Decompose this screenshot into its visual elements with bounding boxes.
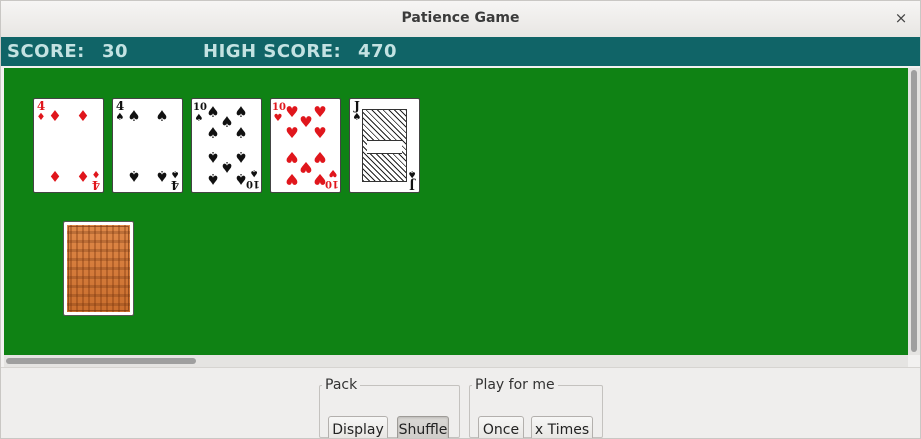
window-title: Patience Game [401, 10, 520, 26]
card-corner: 10 ♠ [246, 167, 260, 190]
spade-icon: ♠ [115, 112, 125, 123]
card-corner: 4 ♦ [35, 99, 47, 123]
spade-icon: ♠ [234, 148, 248, 166]
spade-icon: ♠ [127, 107, 141, 125]
card-table[interactable]: 4 ♦ ♦ ♦ ♦ ♦ 4 ♦ 4 ♠ ♠ ♠ ♠ ♠ 4 ♠ 10 ♠ ♠ ♠… [4, 68, 908, 355]
card-corner: 10 ♥ [272, 101, 286, 124]
spade-icon: ♠ [206, 124, 220, 142]
play-for-me-legend: Play for me [475, 377, 555, 393]
heart-icon: ♥ [313, 124, 327, 142]
spade-icon: ♠ [206, 170, 220, 188]
diamond-icon: ♦ [91, 168, 101, 179]
diamond-icon: ♦ [48, 107, 62, 125]
card-back-pattern-icon [68, 226, 129, 311]
card-rank: 10 [246, 178, 260, 189]
high-score-value: 470 [358, 41, 398, 62]
patience-game-window: Patience Game × SCORE: 30 HIGH SCORE: 47… [0, 0, 921, 439]
heart-icon: ♥ [285, 124, 299, 142]
spade-icon: ♠ [234, 103, 248, 121]
card-corner: J ♠ [406, 168, 418, 192]
spade-icon: ♠ [170, 168, 180, 179]
diamond-icon: ♦ [36, 112, 46, 123]
card-corner: 4 ♠ [169, 168, 181, 192]
jack-figure-icon [362, 109, 407, 182]
card-4-of-spades[interactable]: 4 ♠ ♠ ♠ ♠ ♠ 4 ♠ [112, 98, 183, 193]
card-corner: 10 ♠ [193, 101, 207, 124]
diamond-icon: ♦ [76, 167, 90, 185]
card-rank: 4 [91, 178, 101, 192]
card-10-of-spades[interactable]: 10 ♠ ♠ ♠ ♠ ♠ ♠ ♠ ♠ ♠ ♠ ♠ 10 ♠ [191, 98, 262, 193]
card-10-of-hearts[interactable]: 10 ♥ ♥ ♥ ♥ ♥ ♥ ♥ ♥ ♥ ♥ ♥ 10 ♥ [270, 98, 341, 193]
score-label: SCORE: [7, 41, 85, 62]
card-rank: J [409, 178, 415, 192]
horizontal-scrollbar[interactable] [4, 355, 908, 367]
card-corner: 4 ♠ [114, 99, 126, 123]
once-button[interactable]: Once [478, 416, 524, 438]
face-card-divider [367, 140, 402, 154]
display-button[interactable]: Display [328, 416, 388, 438]
heart-icon: ♥ [273, 113, 283, 124]
card-jack-of-spades[interactable]: J ♠ J ♠ [349, 98, 420, 193]
heart-icon: ♥ [313, 148, 327, 166]
heart-icon: ♥ [328, 167, 338, 178]
spade-icon: ♠ [155, 167, 169, 185]
vertical-scrollbar[interactable] [908, 68, 920, 355]
pack-group: Pack Display Shuffle [319, 377, 460, 438]
pack-group-legend: Pack [325, 377, 358, 393]
high-score-label: HIGH SCORE: [203, 41, 342, 62]
spade-icon: ♠ [155, 107, 169, 125]
heart-icon: ♥ [285, 170, 299, 188]
spade-icon: ♠ [249, 167, 259, 178]
horizontal-scroll-thumb[interactable] [6, 358, 196, 364]
vertical-scroll-thumb[interactable] [911, 70, 917, 352]
spade-icon: ♠ [407, 168, 417, 179]
card-corner: 10 ♥ [325, 167, 339, 190]
spade-icon: ♠ [127, 167, 141, 185]
card-4-of-diamonds[interactable]: 4 ♦ ♦ ♦ ♦ ♦ 4 ♦ [33, 98, 104, 193]
diamond-icon: ♦ [76, 107, 90, 125]
spade-icon: ♠ [194, 113, 204, 124]
score-bar: SCORE: 30 HIGH SCORE: 470 [1, 37, 920, 66]
control-panel: Pack Display Shuffle Play for me Once x … [1, 367, 920, 438]
diamond-icon: ♦ [48, 167, 62, 185]
card-rank: 4 [170, 178, 180, 192]
spade-icon: ♠ [234, 124, 248, 142]
x-times-button[interactable]: x Times [531, 416, 593, 438]
pack-card-back[interactable] [63, 221, 134, 316]
shuffle-button[interactable]: Shuffle [397, 416, 449, 438]
card-rank: 4 [36, 99, 46, 113]
card-corner: 4 ♦ [90, 168, 102, 192]
heart-icon: ♥ [313, 103, 327, 121]
score-value: 30 [102, 41, 129, 62]
close-icon[interactable]: × [892, 9, 910, 27]
card-rank: 4 [115, 99, 125, 113]
title-bar[interactable]: Patience Game × [1, 1, 920, 38]
card-rank: J [354, 99, 360, 113]
play-for-me-group: Play for me Once x Times [469, 377, 603, 438]
card-rank: 10 [325, 178, 339, 189]
